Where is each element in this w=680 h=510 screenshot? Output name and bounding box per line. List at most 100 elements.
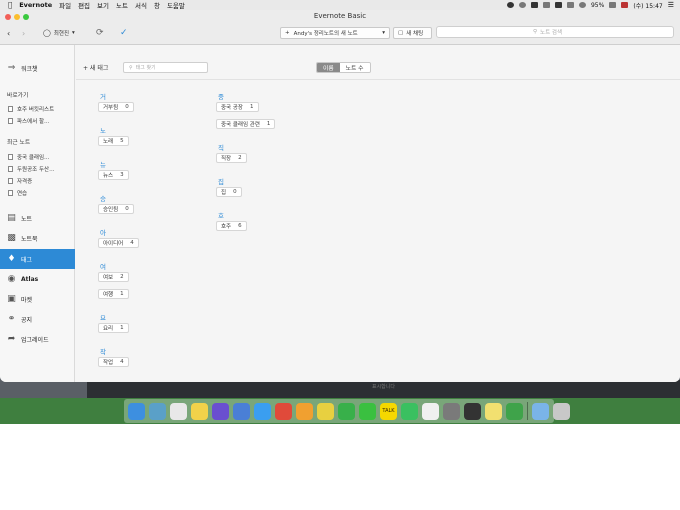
wechat-icon[interactable] <box>359 402 376 420</box>
numbers-icon[interactable] <box>338 402 355 420</box>
sidebar-item-upgrade[interactable]: ➦ 업그레이드 <box>0 332 75 346</box>
time-machine-icon[interactable] <box>542 2 550 8</box>
menu-clock[interactable]: (수) 15:47 <box>633 1 662 10</box>
account-name: 최현진 <box>53 31 70 37</box>
window-title: Evernote Basic <box>313 12 367 20</box>
tag-name: 집 <box>221 190 227 196</box>
tag-chip[interactable]: 여보 2 <box>98 272 129 282</box>
sidebar-item-label: 노트북 <box>21 235 38 243</box>
tag-search-input[interactable]: ⚲ 태그 찾기 <box>123 62 208 73</box>
bluetooth-icon[interactable] <box>566 2 574 8</box>
recent-note-item[interactable]: 연습 <box>8 189 27 197</box>
photos2-icon[interactable] <box>317 402 334 420</box>
apple-menu-icon[interactable]:  <box>8 1 12 9</box>
sidebar-item-notebooks[interactable]: ▩ 노트북 <box>0 231 75 245</box>
new-note-selector[interactable]: + Andy's 정리노트의 새 노트 ▾ <box>280 27 390 39</box>
sync-status-icon[interactable] <box>518 2 526 8</box>
system-prefs-icon[interactable] <box>443 402 460 420</box>
hamburger-icon[interactable]: ☰ <box>668 1 674 9</box>
note-search-input[interactable]: ⚲ 노트 검색 <box>436 26 674 38</box>
tag-chip[interactable]: 요리 1 <box>98 323 129 333</box>
sidebar-item-market[interactable]: ▣ 마켓 <box>0 292 75 306</box>
tag-chip[interactable]: 중국 공장 1 <box>216 102 259 112</box>
new-chat-button[interactable]: ▢ 새 채팅 <box>393 27 432 39</box>
photos-icon[interactable] <box>149 402 166 420</box>
recent-note-label: 중국 클래임… <box>17 155 50 161</box>
tag-search-placeholder: 태그 찾기 <box>135 65 156 71</box>
tag-name: 직장 <box>221 156 232 162</box>
tag-chip[interactable]: 승인됨 0 <box>98 204 134 214</box>
pages-icon[interactable] <box>296 402 313 420</box>
screen:  Evernote 파일 편집 보기 노트 서식 창 도움말 95% (수) … <box>0 0 680 510</box>
sidebar-item-notes[interactable]: ▤ 노트 <box>0 211 75 225</box>
recent-note-item[interactable]: 중국 클래임… <box>8 153 50 161</box>
tag-chip[interactable]: 아이디어 4 <box>98 238 139 248</box>
chrome-icon[interactable] <box>275 402 292 420</box>
sidebar-item-atlas[interactable]: ◉ Atlas <box>0 272 75 286</box>
back-arrow-icon[interactable]: ‹ <box>7 27 10 39</box>
shortcut-item[interactable]: 호주 버킷리스트 <box>8 105 54 113</box>
sidebar-item-label: 태그 <box>21 256 33 264</box>
keynote-icon[interactable] <box>233 402 250 420</box>
stickies-icon[interactable] <box>485 402 502 420</box>
recent-note-item[interactable]: 두원공조 두산… <box>8 165 55 173</box>
sort-by-name-button[interactable]: 이름 <box>317 63 340 72</box>
new-tag-button[interactable]: + 새 태그 <box>83 63 108 72</box>
menu-view[interactable]: 보기 <box>97 0 109 10</box>
menu-window[interactable]: 창 <box>154 0 160 10</box>
tag-chip[interactable]: 노래 5 <box>98 136 129 146</box>
evernote-icon[interactable] <box>506 402 523 420</box>
workchat-icon: ⇒ <box>7 63 16 73</box>
tag-chip[interactable]: 중국 클래임 관련 1 <box>216 119 276 129</box>
finder-icon[interactable] <box>128 402 145 420</box>
shortcut-item[interactable]: 파스에서 할… <box>8 117 50 125</box>
safari-icon[interactable] <box>254 402 271 420</box>
tag-name: 중국 공장 <box>221 105 243 111</box>
menu-format[interactable]: 서식 <box>135 0 147 10</box>
battery-percent[interactable]: 95% <box>591 2 604 9</box>
tag-chip[interactable]: 거부됨 0 <box>98 102 134 112</box>
recent-heading: 최근 노트 <box>7 140 31 146</box>
menu-help[interactable]: 도움말 <box>167 0 185 10</box>
terminal-icon[interactable] <box>464 402 481 420</box>
dock-bar: TALK <box>124 399 570 423</box>
activity-icon[interactable]: ✓ <box>120 27 128 39</box>
tag-chip[interactable]: 직장 2 <box>216 153 247 163</box>
flag-icon[interactable] <box>621 2 629 8</box>
tag-chip[interactable]: 호주 6 <box>216 221 247 231</box>
menu-edit[interactable]: 편집 <box>78 0 90 10</box>
menu-note[interactable]: 노트 <box>116 0 128 10</box>
forward-arrow-icon[interactable]: › <box>22 27 25 39</box>
folder-icon[interactable] <box>532 402 549 420</box>
sidebar-item-workchat[interactable]: ⇒ 워크챗 <box>0 61 75 75</box>
menu-file[interactable]: 파일 <box>59 0 71 10</box>
market-icon: ▣ <box>7 294 16 304</box>
tag-chip[interactable]: 작업 4 <box>98 357 129 367</box>
elephant-status-icon[interactable] <box>554 2 562 8</box>
trash-icon[interactable] <box>553 402 570 420</box>
calendar-icon[interactable] <box>170 402 187 420</box>
tag-count: 2 <box>238 155 242 161</box>
tag-chip[interactable]: 뉴스 3 <box>98 170 129 180</box>
kakaotalk-icon[interactable]: TALK <box>380 402 397 420</box>
recent-note-item[interactable]: 자격증 <box>8 177 32 185</box>
sidebar-item-announcements[interactable]: ⚭ 공지 <box>0 312 75 326</box>
tag-chip[interactable]: 집0 <box>216 187 242 197</box>
tag-chip[interactable]: 여행 1 <box>98 289 129 299</box>
tag-group-letter: 노 <box>100 127 106 135</box>
imovie-icon[interactable] <box>212 402 229 420</box>
wechat-status-icon[interactable] <box>506 2 514 8</box>
sync-icon[interactable]: ⟳ <box>96 27 104 39</box>
account-menu[interactable]: ◯ 최현진 ▾ <box>43 27 75 39</box>
note-icon <box>8 106 13 112</box>
sidebar-item-tags[interactable]: ♦ 태그 <box>0 249 75 269</box>
tag-name: 여보 <box>103 275 114 281</box>
menu-app-name[interactable]: Evernote <box>19 1 52 9</box>
tag-group-letter: 여 <box>100 263 106 271</box>
line-icon[interactable] <box>401 402 418 420</box>
sort-by-count-button[interactable]: 노트 수 <box>339 63 370 72</box>
evernote-status-icon[interactable] <box>530 2 538 8</box>
wifi-icon[interactable] <box>578 2 586 8</box>
notes-app-icon[interactable] <box>191 402 208 420</box>
textedit-icon[interactable] <box>422 402 439 420</box>
